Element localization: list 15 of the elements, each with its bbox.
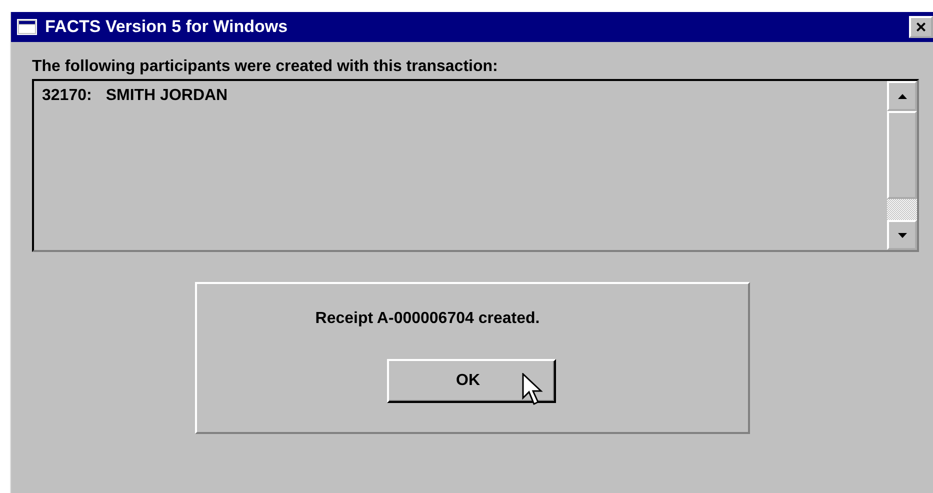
ok-button[interactable]: OK — [386, 359, 556, 403]
scroll-thumb[interactable] — [887, 111, 917, 199]
receipt-message: Receipt A-000006704 created. — [315, 310, 540, 328]
scroll-down-button[interactable] — [887, 220, 917, 250]
participant-item[interactable]: 32170: SMITH JORDAN — [42, 87, 879, 105]
participants-label: The following participants were created with this transaction: — [32, 58, 499, 76]
scrollbar[interactable] — [887, 81, 917, 250]
up-arrow-icon — [898, 94, 906, 98]
scroll-up-button[interactable] — [887, 81, 917, 111]
mouse-pointer-icon — [522, 373, 544, 407]
down-arrow-icon — [898, 232, 906, 238]
window-title: FACTS Version 5 for Windows — [45, 17, 289, 37]
scroll-track[interactable] — [887, 199, 917, 220]
close-button[interactable]: × — [909, 16, 933, 38]
window-icon — [17, 19, 37, 35]
